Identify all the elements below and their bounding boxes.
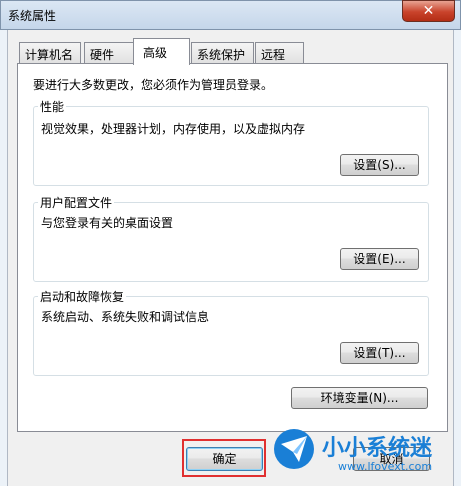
highlight-box	[182, 439, 266, 477]
admin-notice: 要进行大多数更改，您必须作为管理员登录。	[33, 78, 274, 92]
user-profiles-title: 用户配置文件	[38, 194, 115, 211]
title-bar	[0, 0, 461, 30]
startup-recovery-settings-button[interactable]: 设置(T)...	[340, 342, 419, 364]
tab-system-protection[interactable]: 系统保护	[191, 42, 254, 63]
startup-recovery-description: 系统启动、系统失败和调试信息	[41, 310, 210, 324]
performance-settings-button[interactable]: 设置(S)...	[340, 154, 419, 176]
tab-computer-name[interactable]: 计算机名	[19, 42, 81, 63]
tab-hardware[interactable]: 硬件	[84, 42, 135, 63]
tab-advanced[interactable]: 高级	[133, 38, 190, 65]
user-profiles-settings-button[interactable]: 设置(E)...	[340, 248, 419, 270]
watermark-logo-icon	[274, 429, 314, 469]
user-profiles-description: 与您登录有关的桌面设置	[41, 216, 174, 230]
performance-title: 性能	[38, 98, 67, 115]
watermark-text: 小小系统迷	[322, 436, 433, 461]
performance-description: 视觉效果，处理器计划，内存使用，以及虚拟内存	[41, 122, 306, 136]
watermark-url: www.lfovext.com	[338, 460, 433, 473]
close-button[interactable]: ✕	[402, 0, 455, 22]
tab-remote[interactable]: 远程	[255, 42, 304, 63]
window-title: 系统属性	[8, 9, 57, 23]
startup-recovery-title: 启动和故障恢复	[38, 288, 127, 305]
environment-variables-button[interactable]: 环境变量(N)...	[291, 387, 428, 409]
